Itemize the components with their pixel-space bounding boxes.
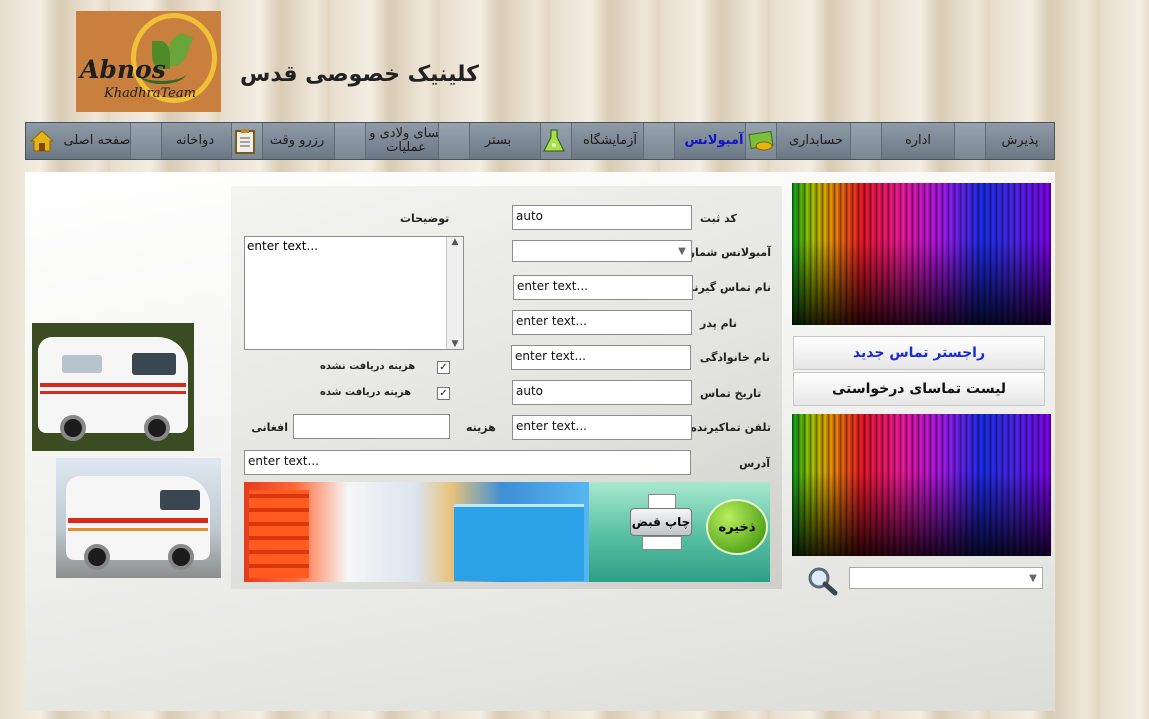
decorative-spectrum-bottom — [792, 414, 1051, 556]
registration-code-field[interactable]: auto — [512, 205, 692, 230]
description-scrollbar[interactable]: ▲ ▼ — [446, 237, 463, 349]
caller-name-field[interactable]: enter text... — [513, 275, 693, 300]
caller-name-label: نام تماس گیرنده — [681, 281, 771, 294]
nav-item-obstetrics[interactable]: نسای ولادی و عملیات — [366, 123, 446, 159]
address-field[interactable]: enter text... — [244, 450, 691, 475]
father-name-field[interactable]: enter text... — [512, 310, 692, 335]
logo-text-abnos: Abnos — [80, 55, 166, 84]
contact-date-field[interactable]: auto — [512, 380, 692, 405]
fee-not-received-checkbox[interactable]: ✓ — [437, 361, 450, 374]
caller-phone-field[interactable]: enter text... — [512, 415, 692, 440]
chevron-down-icon: ▼ — [1029, 573, 1037, 584]
nav-item-inpatient[interactable]: بستر — [470, 123, 526, 159]
ambulance-photo-1 — [32, 323, 194, 451]
decorative-spectrum-top — [792, 183, 1051, 325]
caller-phone-label: تلفن تماکیرنده — [690, 421, 771, 434]
nav-item-home[interactable]: صفحه اصلی — [58, 123, 136, 159]
currency-label: افغانی — [251, 421, 288, 434]
father-name-label: نام پدر — [700, 317, 737, 330]
clipboard-icon[interactable] — [231, 125, 259, 157]
scroll-down-icon[interactable]: ▼ — [447, 339, 463, 349]
home-icon[interactable] — [28, 125, 56, 157]
nav-item-ambulance[interactable]: آمبولانس — [675, 123, 753, 159]
description-label: توضیحات — [400, 212, 450, 225]
nav-item-pharmacy[interactable]: دواخانه — [162, 123, 228, 159]
lab-flask-icon[interactable] — [540, 125, 568, 157]
print-receipt-label: چاپ قبض — [630, 508, 692, 536]
family-name-field[interactable]: enter text... — [511, 345, 691, 370]
nav-item-reception[interactable]: پذیرش — [986, 123, 1054, 159]
print-receipt-button[interactable]: چاپ قبض — [630, 494, 692, 552]
address-label: آدرس — [739, 457, 770, 470]
cost-label: هزینه — [466, 421, 496, 434]
nav-item-administration[interactable]: اداره — [882, 123, 954, 159]
scroll-up-icon[interactable]: ▲ — [447, 237, 463, 247]
abnos-khadhra-team-logo: Abnos KhadhraTeam — [76, 11, 221, 112]
main-nav-bar: صفحه اصلی دواخانه رزرو وقت نسای ولادی و … — [25, 122, 1055, 160]
ambulance-photo-2 — [56, 458, 221, 578]
save-button[interactable]: ذخیره — [706, 499, 768, 555]
lab-tubes-banner-image — [244, 482, 589, 582]
description-textarea[interactable]: enter text... ▲ ▼ — [244, 236, 464, 350]
fee-received-label: هزینه دریافت شده — [320, 387, 412, 398]
cost-field[interactable] — [293, 414, 450, 439]
nav-item-appointment[interactable]: رزرو وقت — [264, 123, 330, 159]
requested-contacts-list-button[interactable]: لیست تماسای درخواستی — [793, 372, 1045, 406]
registration-code-label: کد ثبت — [700, 212, 737, 225]
search-select[interactable]: ▼ — [849, 567, 1043, 589]
clinic-title: کلینیک خصوصی قدس — [240, 62, 479, 87]
search-icon[interactable] — [806, 566, 838, 596]
ambulance-number-select[interactable]: ▼ — [512, 240, 692, 262]
contact-date-label: تاریخ تماس — [700, 387, 762, 400]
nav-item-accounting[interactable]: حسابداری — [778, 123, 854, 159]
family-name-label: نام خانوادگی — [699, 351, 770, 364]
logo-text-khadhra-team: KhadhraTeam — [104, 86, 196, 101]
new-contact-register-button[interactable]: راجستر تماس جدید — [793, 336, 1045, 370]
fee-not-received-label: هزینه دریافت نشده — [320, 361, 416, 372]
chevron-down-icon: ▼ — [678, 246, 686, 257]
fee-received-checkbox[interactable]: ✓ — [437, 387, 450, 400]
ambulance-number-label: آمبولانس شماره — [682, 246, 771, 259]
money-icon[interactable] — [747, 125, 775, 157]
nav-item-laboratory[interactable]: آزمایشگاه — [572, 123, 648, 159]
